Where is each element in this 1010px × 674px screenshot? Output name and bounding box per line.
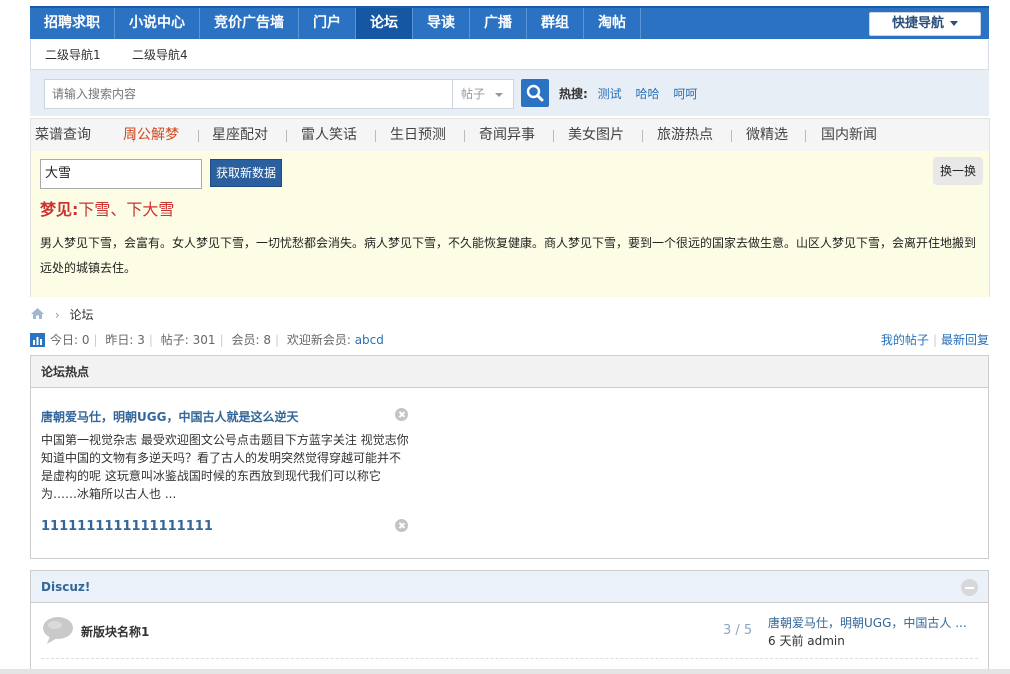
subnav-item-1[interactable]: 二级导航1: [45, 40, 101, 70]
stats-divider: |: [932, 333, 937, 347]
close-icon[interactable]: [395, 519, 408, 532]
nav-item-forum[interactable]: 论坛: [356, 8, 413, 39]
widget-tabs: 菜谱查询 周公解梦 星座配对 雷人笑话 生日预测 奇闻异事 美女图片 旅游热点 …: [31, 119, 989, 151]
collapse-icon[interactable]: [961, 579, 978, 596]
tab-travel[interactable]: 旅游热点: [657, 119, 713, 151]
hot-link-haha[interactable]: 哈哈: [635, 87, 659, 101]
category-title[interactable]: Discuz!: [31, 571, 988, 603]
newest-member-link[interactable]: abcd: [355, 333, 384, 347]
swap-button[interactable]: 换一换: [933, 157, 983, 185]
tab-dream[interactable]: 周公解梦: [123, 119, 179, 151]
quick-nav-button[interactable]: 快捷导航: [869, 12, 981, 36]
tab-divider: [731, 130, 732, 142]
posts-count: 301: [192, 333, 216, 347]
dream-result-value: 下雪、下大雪: [78, 200, 175, 219]
hot-topic-title[interactable]: 1111111111111111111: [41, 519, 213, 534]
yesterday-count: 3: [137, 333, 145, 347]
forum-stats: 今日: 0 | 昨日: 3 | 帖子: 301 | 会员: 8 | 欢迎新会员: abc…: [30, 331, 989, 349]
forum-thread-count: 3 / 5: [723, 623, 753, 638]
tab-news[interactable]: 国内新闻: [821, 119, 877, 151]
search-type-value: 帖子: [461, 87, 486, 101]
dream-keyword-input[interactable]: 大雪: [40, 159, 202, 189]
chevron-down-icon: [495, 93, 503, 97]
breadcrumb-current: 论坛: [69, 308, 94, 322]
dream-result-title: 梦见:下雪、下大雪: [40, 196, 174, 220]
nav-item-collections[interactable]: 淘帖: [584, 8, 641, 39]
tab-divider: [805, 130, 806, 142]
stats-icon: [30, 333, 45, 347]
nav-item-ad-wall[interactable]: 竞价广告墙: [200, 8, 299, 39]
hot-topics-panel: 论坛热点 唐朝爱马仕，明朝UGG，中国古人就是这么逆天 中国第一视觉杂志 最受欢…: [30, 355, 989, 559]
close-icon[interactable]: [395, 408, 408, 421]
nav-item-broadcast[interactable]: 广播: [470, 8, 527, 39]
tab-divider: [375, 130, 376, 142]
today-count: 0: [81, 333, 90, 347]
nav-item-portal[interactable]: 门户: [299, 8, 356, 39]
hot-topics-title: 论坛热点: [31, 356, 988, 388]
subnav-item-4[interactable]: 二级导航4: [132, 40, 188, 70]
forum-name-link[interactable]: 新版块名称1: [81, 623, 149, 640]
quick-nav-label: 快捷导航: [891, 16, 944, 31]
today-label: 今日:: [50, 333, 79, 347]
breadcrumb-separator: ›: [54, 308, 60, 322]
last-post-link[interactable]: 唐朝爱马仕，明朝UGG，中国古人 ...: [768, 614, 967, 631]
tab-birthday[interactable]: 生日预测: [390, 119, 446, 151]
search-type-select[interactable]: 帖子: [452, 79, 514, 109]
tab-jokes[interactable]: 雷人笑话: [301, 119, 357, 151]
search-input[interactable]: [44, 79, 454, 109]
search-icon: [526, 84, 544, 102]
home-icon[interactable]: [30, 307, 45, 325]
bottom-border: [0, 669, 1010, 674]
stats-divider: |: [148, 333, 153, 347]
widget-body: 大雪 获取新数据 换一换 梦见:下雪、下大雪 男人梦见下雪，会富有。女人梦见下雪…: [31, 151, 989, 297]
posts-label: 帖子:: [160, 333, 189, 347]
tab-divider: [642, 130, 643, 142]
members-count: 8: [263, 333, 271, 347]
tab-divider: [286, 130, 287, 142]
search-bar: 帖子 热搜: 测试 哈哈 呵呵: [30, 70, 989, 116]
last-post-meta: 6 天前 admin: [768, 634, 845, 648]
hot-search: 热搜: 测试 哈哈 呵呵: [559, 85, 707, 102]
stats-divider: |: [93, 333, 98, 347]
latest-reply-link[interactable]: 最新回复: [941, 333, 989, 347]
breadcrumb: › 论坛: [30, 306, 93, 324]
fetch-data-button[interactable]: 获取新数据: [210, 159, 282, 187]
info-widget: 菜谱查询 周公解梦 星座配对 雷人笑话 生日预测 奇闻异事 美女图片 旅游热点 …: [30, 118, 990, 297]
nav-item-jobs[interactable]: 招聘求职: [30, 8, 115, 39]
chevron-down-icon: [950, 21, 958, 26]
tab-divider: [198, 130, 199, 142]
hot-search-label: 热搜:: [559, 87, 588, 101]
hot-topic-excerpt: 中国第一视觉杂志 最受欢迎图文公号点击题目下方蓝字关注 视觉志你知道中国的文物有…: [41, 433, 409, 501]
my-posts-link[interactable]: 我的帖子: [881, 333, 929, 347]
hot-link-hehe[interactable]: 呵呵: [673, 87, 697, 101]
nav-item-guide[interactable]: 导读: [413, 8, 470, 39]
members-label: 会员:: [231, 333, 260, 347]
nav-item-groups[interactable]: 群组: [527, 8, 584, 39]
tab-pictures[interactable]: 美女图片: [568, 119, 624, 151]
search-button[interactable]: [521, 79, 549, 107]
nav-item-novels[interactable]: 小说中心: [115, 8, 200, 39]
hot-topic-title[interactable]: 唐朝爱马仕，明朝UGG，中国古人就是这么逆天: [41, 408, 298, 425]
tab-zodiac[interactable]: 星座配对: [212, 119, 268, 151]
tab-oddities[interactable]: 奇闻异事: [479, 119, 535, 151]
stats-divider: |: [274, 333, 279, 347]
forum-category-panel: Discuz! 新版块名称1 3 / 5 唐朝爱马仕，明朝UGG，中国古人 ..…: [30, 570, 989, 674]
stats-divider: |: [219, 333, 224, 347]
tab-recipes[interactable]: 菜谱查询: [35, 119, 91, 151]
tab-divider: [553, 130, 554, 142]
newest-member-label: 欢迎新会员:: [286, 333, 351, 347]
sub-navigation: 二级导航1 二级导航4: [30, 40, 989, 70]
dream-result-keyword: 梦见:: [40, 200, 79, 219]
forum-bubble-icon: [43, 617, 73, 644]
divider: [41, 658, 978, 659]
top-navigation: 招聘求职 小说中心 竞价广告墙 门户 论坛 导读 广播 群组 淘帖 快捷导航: [30, 6, 989, 39]
hot-link-test[interactable]: 测试: [598, 87, 622, 101]
dream-result-text: 男人梦见下雪，会富有。女人梦见下雪，一切忧愁都会消失。病人梦见下雪，不久能恢复健…: [40, 236, 977, 275]
yesterday-label: 昨日:: [105, 333, 134, 347]
tab-divider: [464, 130, 465, 142]
tab-picks[interactable]: 微精选: [746, 119, 788, 151]
